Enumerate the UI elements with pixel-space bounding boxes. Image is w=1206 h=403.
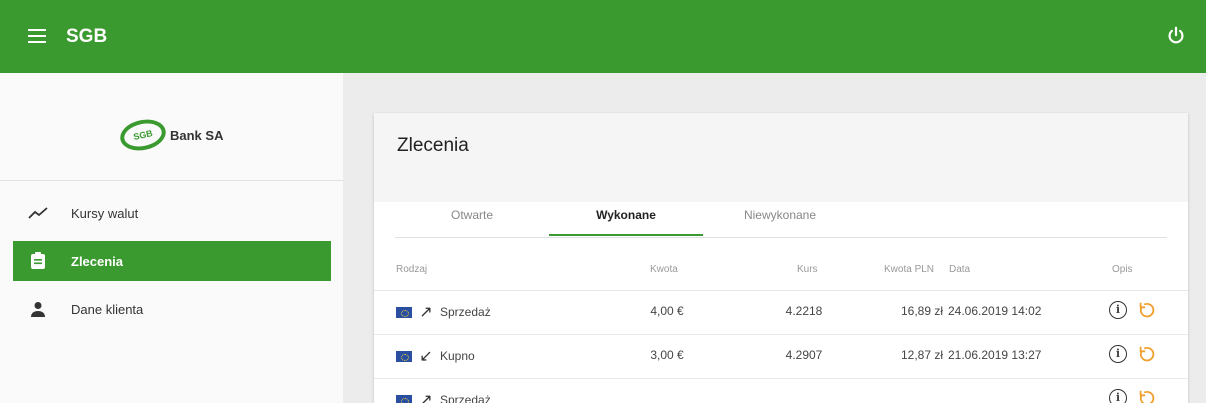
sidebar: SGB Bank SA Kursy walut Zlecenia Dane kl… bbox=[0, 73, 343, 403]
eu-flag-icon bbox=[396, 350, 412, 362]
buy-arrow-icon: ↙ bbox=[419, 348, 433, 365]
column-header-kwota: Kwota bbox=[650, 264, 678, 275]
tab-wykonane[interactable]: Wykonane bbox=[549, 202, 703, 236]
info-icon[interactable]: i bbox=[1109, 301, 1127, 319]
top-app-bar: SGB bbox=[0, 0, 1206, 73]
row-date: 21.06.2019 13:27 bbox=[948, 348, 1042, 362]
table-row: ↙ Kupno 3,00 € 4.2907 12,87 zł 21.06.201… bbox=[374, 335, 1188, 379]
menu-icon[interactable] bbox=[28, 29, 46, 43]
row-type: ↗ Sprzedaż bbox=[396, 390, 491, 403]
column-header-kwota-pln: Kwota PLN bbox=[884, 264, 935, 275]
page-title: Zlecenia bbox=[397, 135, 469, 156]
table-header: Rodzaj Kwota Kurs Kwota PLN Data Opis bbox=[374, 251, 1188, 291]
power-icon[interactable] bbox=[1165, 25, 1187, 47]
sell-arrow-icon: ↗ bbox=[419, 392, 433, 403]
card-header: Zlecenia bbox=[374, 113, 1188, 202]
row-actions: i bbox=[1109, 345, 1155, 363]
column-header-kurs: Kurs bbox=[797, 264, 818, 275]
eu-flag-icon bbox=[396, 306, 412, 318]
row-amount: 3,00 € bbox=[650, 348, 684, 362]
row-actions: i bbox=[1109, 389, 1155, 403]
orders-card: Zlecenia Otwarte Wykonane Niewykonane Ro… bbox=[374, 113, 1188, 403]
bank-logo: SGB Bank SA bbox=[117, 115, 224, 155]
column-header-rodzaj: Rodzaj bbox=[396, 264, 428, 275]
undo-icon[interactable] bbox=[1137, 345, 1155, 363]
order-tabs: Otwarte Wykonane Niewykonane bbox=[374, 202, 1188, 252]
row-type: ↗ Sprzedaż bbox=[396, 302, 491, 322]
row-rate: 4.2907 bbox=[785, 348, 823, 362]
row-date: 24.06.2019 14:02 bbox=[948, 304, 1042, 318]
column-header-data: Data bbox=[949, 264, 971, 275]
row-type-label: Sprzedaż bbox=[440, 305, 491, 319]
logo-text: Bank SA bbox=[170, 127, 224, 143]
sidebar-item-dane-klienta[interactable]: Dane klienta bbox=[13, 289, 331, 329]
row-type: ↙ Kupno bbox=[396, 346, 475, 366]
undo-icon[interactable] bbox=[1137, 301, 1155, 319]
row-actions: i bbox=[1109, 301, 1155, 319]
sidebar-item-label: Kursy walut bbox=[71, 205, 139, 221]
row-pln: 12,87 zł bbox=[900, 348, 943, 362]
sidebar-item-label: Dane klienta bbox=[71, 301, 144, 317]
eu-flag-icon bbox=[396, 394, 412, 403]
row-amount: 4,00 € bbox=[650, 304, 684, 318]
app-title: SGB bbox=[66, 26, 108, 47]
column-header-opis: Opis bbox=[1112, 264, 1133, 275]
sidebar-item-kursy-walut[interactable]: Kursy walut bbox=[13, 193, 331, 233]
person-icon bbox=[27, 298, 49, 320]
sidebar-divider bbox=[0, 180, 343, 181]
sidebar-item-zlecenia[interactable]: Zlecenia bbox=[13, 241, 331, 281]
row-rate: 4.2218 bbox=[785, 304, 823, 318]
row-pln: 16,89 zł bbox=[900, 304, 943, 318]
row-type-label: Kupno bbox=[440, 349, 475, 363]
trending-icon bbox=[27, 202, 49, 224]
row-type-label: Sprzedaż bbox=[440, 393, 491, 403]
sidebar-item-label: Zlecenia bbox=[71, 253, 124, 269]
clipboard-icon bbox=[27, 250, 49, 272]
info-icon[interactable]: i bbox=[1109, 345, 1127, 363]
undo-icon[interactable] bbox=[1137, 389, 1155, 403]
tabs-divider bbox=[395, 237, 1167, 238]
table-row: ↗ Sprzedaż 4,00 € 4.2218 16,89 zł 24.06.… bbox=[374, 291, 1188, 335]
tab-niewykonane[interactable]: Niewykonane bbox=[703, 202, 857, 236]
info-icon[interactable]: i bbox=[1109, 389, 1127, 403]
tab-otwarte[interactable]: Otwarte bbox=[395, 202, 549, 236]
table-row: ↗ Sprzedaż i bbox=[374, 379, 1188, 403]
sell-arrow-icon: ↗ bbox=[419, 304, 433, 321]
sgb-logo-mark: SGB bbox=[117, 115, 169, 155]
